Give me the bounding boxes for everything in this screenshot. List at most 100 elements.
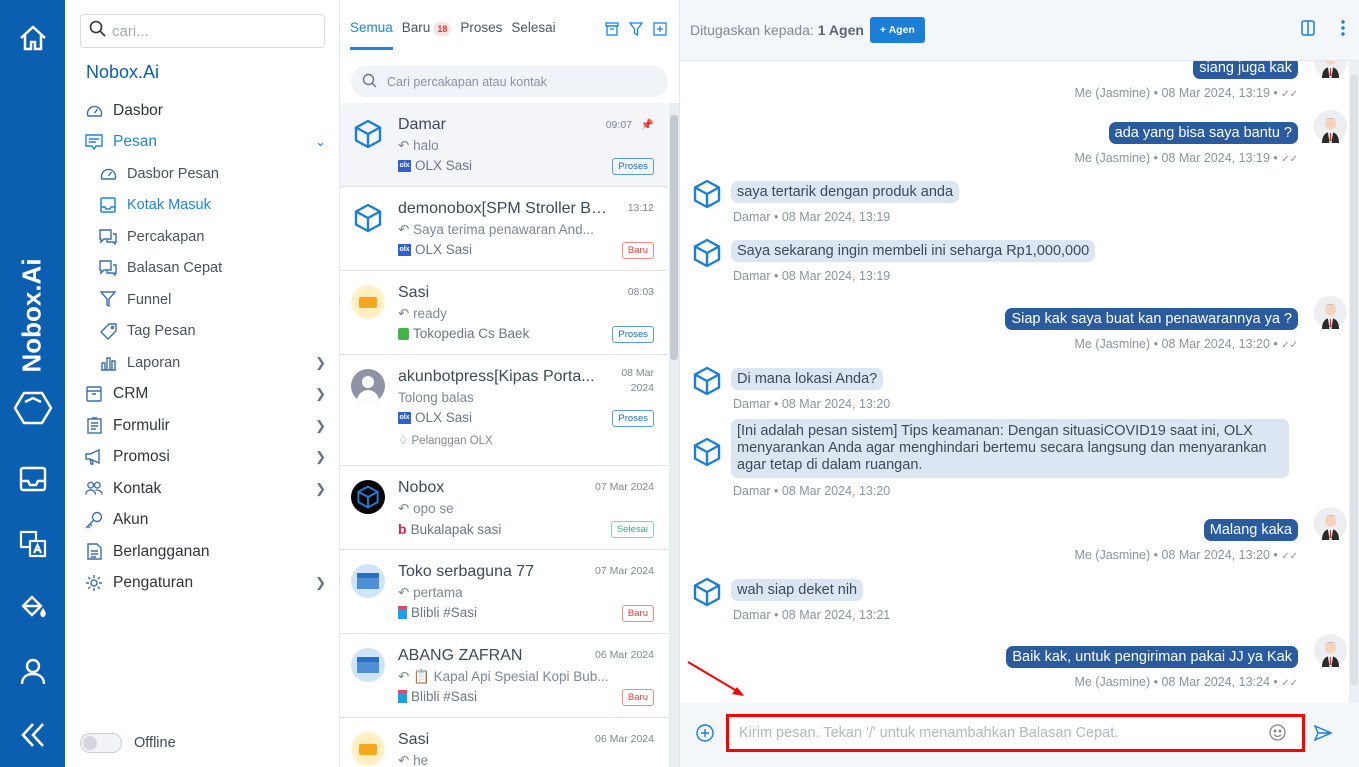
conversation-item[interactable]: Sasi 08:03 ↶ ready Tokopedia Cs Baek Proses: [340, 271, 668, 355]
gear-icon: [85, 574, 103, 592]
tab-selesai[interactable]: Selesai: [511, 20, 555, 50]
assigned-value[interactable]: 1 Agen: [818, 22, 864, 38]
message-input[interactable]: [739, 725, 1259, 741]
sidebar-item-crm[interactable]: CRM ❯: [65, 379, 340, 411]
home-icon[interactable]: [0, 24, 65, 52]
contact-avatar: [692, 437, 725, 470]
message-meta: Damar • 08 Mar 2024, 13:20: [733, 484, 890, 498]
conversation-item[interactable]: Sasi 06 Mar 2024 ↶ he: [340, 718, 668, 767]
inbox-icon[interactable]: [0, 466, 65, 492]
list-scrollbar[interactable]: [669, 103, 679, 767]
sidebar-item-promosi[interactable]: Promosi ❯: [65, 442, 340, 474]
translate-icon[interactable]: [0, 530, 65, 558]
tag-text: Pelanggan OLX: [411, 435, 493, 447]
search-icon: [89, 20, 106, 42]
clipboard-icon: [85, 417, 103, 435]
sidebar-item-kotak-masuk[interactable]: Kotak Masuk: [65, 190, 340, 222]
conversation-time: 08 Mar 2024: [614, 366, 654, 396]
conversation-item[interactable]: demonobox[SPM Stroller Ba... 13:12 ↶ Saya …: [340, 187, 668, 271]
conversation-item[interactable]: akunbotpress[Kipas Porta... 08 Mar 2024 To…: [340, 355, 668, 466]
message-meta: Me (Jasmine) • 08 Mar 2024, 13:19 • ✓✓: [1074, 86, 1298, 100]
contact-avatar: [351, 369, 385, 403]
chevron-right-icon[interactable]: ❯: [315, 418, 326, 434]
sidebar-search-input[interactable]: [112, 22, 302, 40]
box-icon: [85, 385, 103, 403]
megaphone-icon: [85, 448, 103, 466]
conversation-time: 06 Mar 2024: [595, 733, 654, 745]
chevron-right-icon[interactable]: ❯: [315, 386, 326, 402]
chevron-right-icon[interactable]: ❯: [315, 481, 326, 497]
sidebar-item-pesan[interactable]: Pesan ⌄: [65, 127, 340, 159]
archive-icon[interactable]: [605, 22, 619, 41]
meta-text: Damar • 08 Mar 2024, 13:21: [733, 608, 891, 622]
meta-text: Me (Jasmine) • 08 Mar 2024, 13:19 •: [1074, 151, 1278, 165]
count-badge: 18: [433, 22, 452, 36]
send-icon[interactable]: [1313, 724, 1333, 746]
sidebar-item-laporan[interactable]: Laporan ❯: [65, 347, 340, 379]
chevron-right-icon[interactable]: ❯: [315, 449, 326, 465]
sidebar-item-berlangganan[interactable]: Berlangganan: [65, 536, 340, 568]
conversation-item[interactable]: Nobox 07 Mar 2024 ↶ opo se b Bukalapak sasi S…: [340, 466, 668, 550]
document-icon: [85, 543, 103, 561]
conversation-item[interactable]: Damar 09:07 📌 ↶ halo olx OLX Sasi Proses: [340, 103, 668, 187]
sidebar-item-balasan-cepat[interactable]: Balasan Cepat: [65, 253, 340, 285]
sidebar-item-funnel[interactable]: Funnel: [65, 284, 340, 316]
user-icon[interactable]: [0, 657, 65, 685]
scrollbar-thumb[interactable]: [670, 115, 678, 360]
tab-semua[interactable]: Semua: [350, 20, 393, 50]
tab-proses[interactable]: Proses: [460, 20, 502, 50]
sidebar-search[interactable]: [80, 14, 325, 48]
sidebar-item-percakapan[interactable]: Percakapan: [65, 221, 340, 253]
chat-scrollbar[interactable]: [1349, 61, 1359, 703]
pin-icon[interactable]: 📌: [641, 119, 654, 131]
search-icon: [362, 73, 377, 91]
app-rail: Nobox.Ai: [0, 0, 65, 767]
tab-baru[interactable]: Baru 18: [402, 20, 452, 50]
chevron-right-icon[interactable]: ❯: [315, 355, 326, 371]
status-badge: Baru: [621, 689, 654, 706]
message-input-box[interactable]: [726, 714, 1305, 752]
conversation-tabs: Semua Baru 18 Proses Selesai: [350, 20, 556, 50]
sidebar-item-formulir[interactable]: Formulir ❯: [65, 410, 340, 442]
new-conversation-icon[interactable]: [653, 22, 667, 41]
sidebar-item-tag-pesan[interactable]: Tag Pesan: [65, 316, 340, 348]
contact-name: akunbotpress[Kipas Porta...: [398, 368, 595, 385]
sidebar-item-kontak[interactable]: Kontak ❯: [65, 473, 340, 505]
status-badge: Proses: [612, 158, 654, 175]
conversation-item[interactable]: Toko serbaguna 77 07 Mar 2024 ↶ pertama Bli…: [340, 550, 668, 634]
tag-icon: [99, 322, 117, 340]
collapse-icon[interactable]: [0, 722, 65, 748]
channel-label: Blibli #Sasi: [398, 605, 477, 620]
conversation-item[interactable]: ABANG ZAFRAN 06 Mar 2024 ↶ 📋 Kapal Api Spe…: [340, 634, 668, 718]
chevron-right-icon[interactable]: ❯: [315, 575, 326, 591]
online-status-toggle[interactable]: Offline: [80, 733, 176, 753]
emoji-icon[interactable]: [1269, 724, 1286, 746]
sidebar-item-dasbor-pesan[interactable]: Dasbor Pesan: [65, 158, 340, 190]
preview-text: opo se: [413, 501, 454, 516]
filter-icon[interactable]: [628, 22, 644, 41]
conversation-search[interactable]: [351, 66, 668, 97]
chevron-down-icon[interactable]: ⌄: [315, 134, 326, 150]
contact-tag: ♢ Pelanggan OLX: [398, 433, 493, 447]
sidebar-item-label: Pesan: [113, 133, 157, 151]
status-badge: Baru: [621, 605, 654, 622]
preview-text: Saya terima penawaran And...: [413, 222, 594, 237]
channel-label: Blibli #Sasi: [398, 689, 477, 704]
conversation-search-input[interactable]: [387, 74, 647, 89]
scrollbar-thumb[interactable]: [1350, 75, 1358, 685]
contact-avatar: [692, 366, 725, 399]
read-check-icon: ✓✓: [1281, 154, 1298, 165]
toggle-switch[interactable]: [80, 733, 122, 753]
paint-bucket-icon[interactable]: [0, 592, 65, 620]
status-badge: Selesai: [610, 521, 654, 538]
sidebar-item-dasbor[interactable]: Dasbor: [65, 95, 340, 127]
add-agent-button[interactable]: + Agen: [869, 17, 925, 43]
add-attachment-icon[interactable]: [696, 724, 714, 747]
chat-panel: Ditugaskan kepada: 1 Agen + Agen siang j…: [680, 0, 1359, 767]
sidebar-item-akun[interactable]: Akun: [65, 505, 340, 537]
sidebar-item-pengaturan[interactable]: Pengaturan ❯: [65, 568, 340, 600]
side-panel-icon[interactable]: [1301, 20, 1315, 39]
more-options-icon[interactable]: [1341, 20, 1345, 39]
message-meta: Damar • 08 Mar 2024, 13:19: [733, 269, 890, 283]
dashboard-icon: [85, 102, 103, 120]
